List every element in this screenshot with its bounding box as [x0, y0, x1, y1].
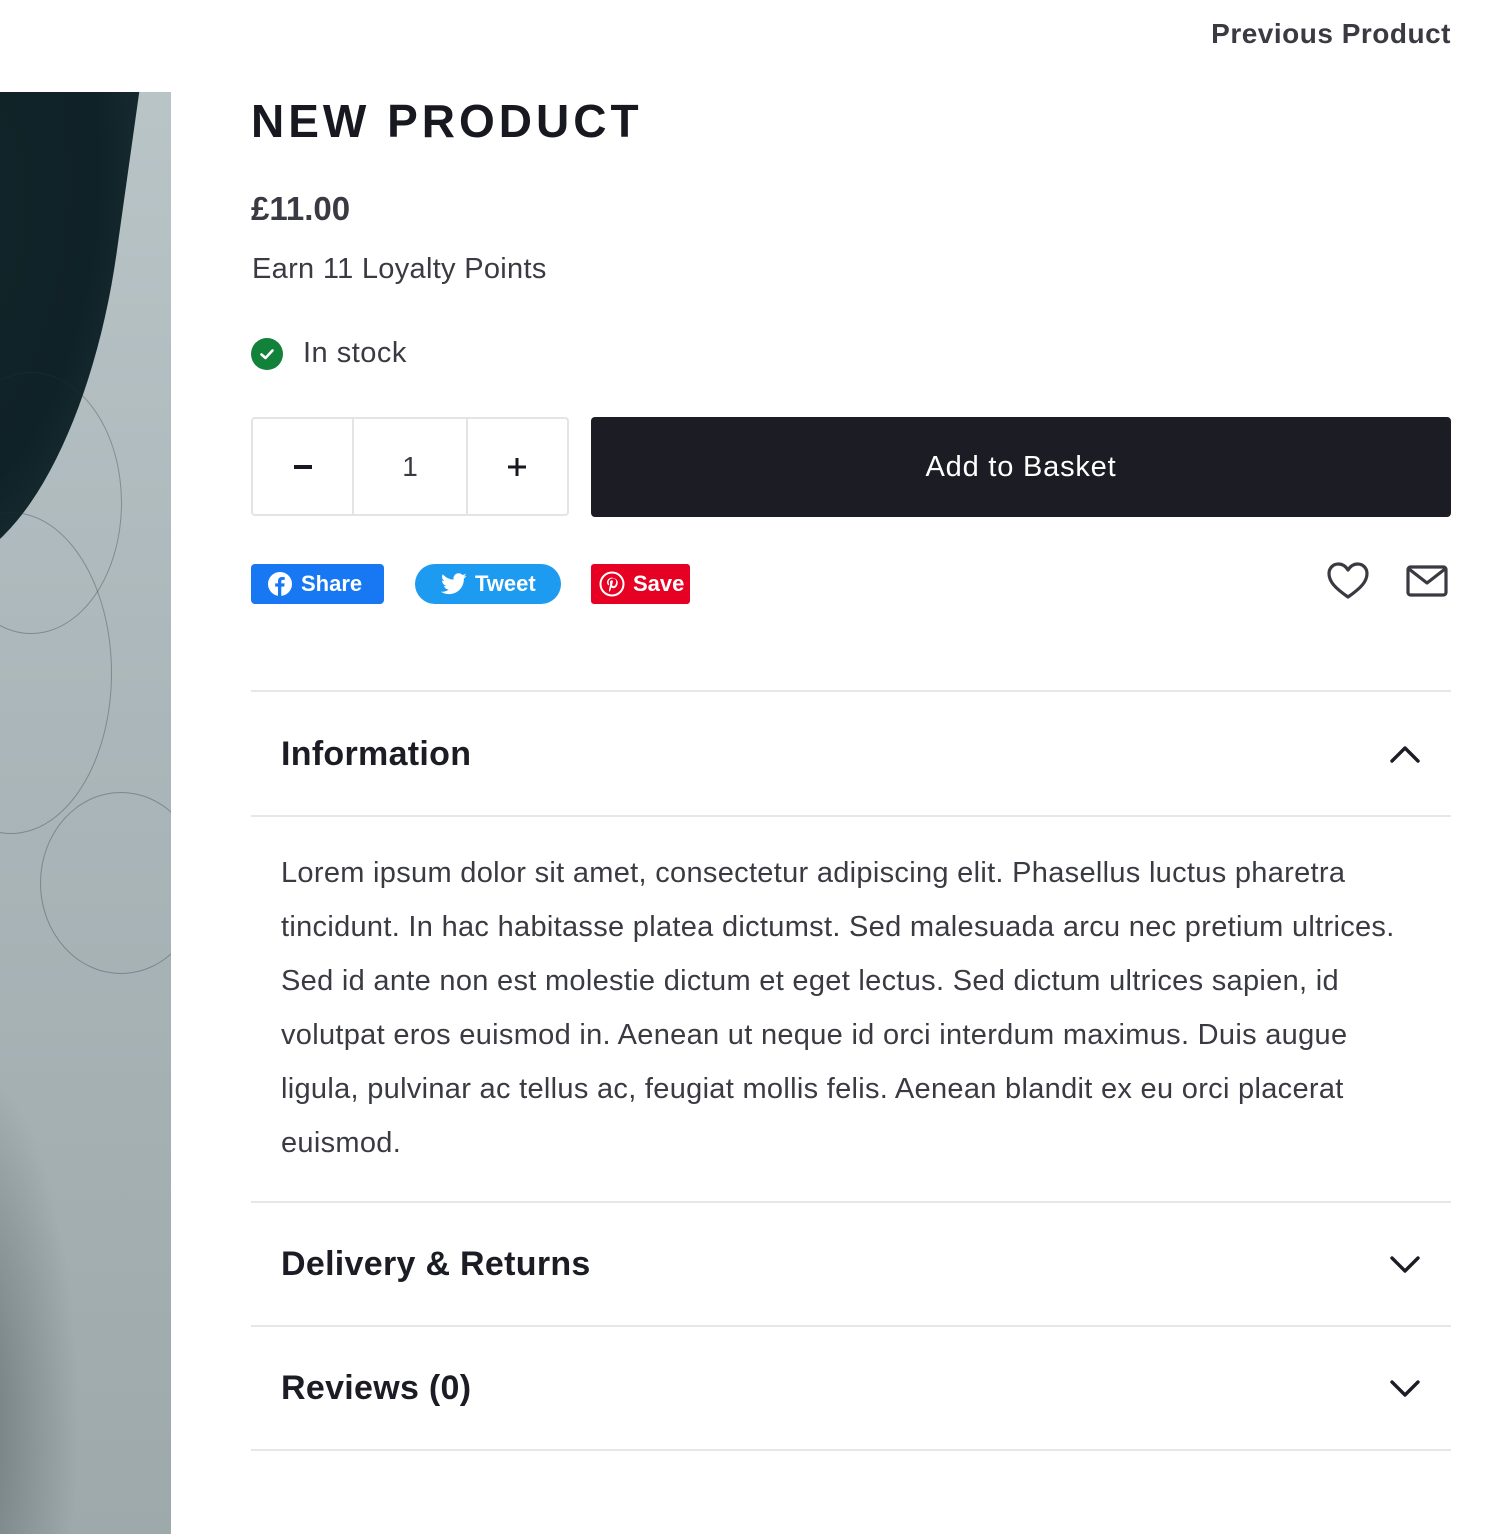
divider: [251, 1449, 1451, 1451]
divider: [251, 815, 1451, 817]
save-label: Save: [633, 571, 685, 596]
product-photo-shade: [0, 1054, 80, 1534]
share-label: Share: [301, 571, 363, 596]
facebook-icon: [268, 572, 292, 596]
twitter-bird-icon: [441, 573, 467, 595]
information-body: Lorem ipsum dolor sit amet, consectetur …: [281, 857, 1395, 1159]
check-circle-icon: [251, 337, 283, 370]
product-price: £11.00: [251, 190, 351, 227]
add-to-basket-label: Add to Basket: [925, 450, 1117, 483]
stock-status: In stock: [251, 337, 407, 370]
accordion-information-header[interactable]: Information: [281, 724, 1421, 784]
product-photo-strand: [40, 792, 171, 974]
increment-button[interactable]: [468, 419, 567, 514]
pinterest-icon: [599, 571, 625, 597]
quantity-stepper: 1: [251, 417, 569, 516]
accordion-reviews-header[interactable]: Reviews (0): [281, 1358, 1421, 1418]
decrement-button[interactable]: [253, 419, 352, 514]
facebook-share-button[interactable]: Share: [251, 564, 384, 604]
accordion-delivery-header[interactable]: Delivery & Returns: [281, 1234, 1421, 1294]
product-title: NEW PRODUCT: [251, 95, 643, 147]
pinterest-save-button[interactable]: Save: [591, 564, 690, 604]
divider: [251, 1201, 1451, 1203]
chevron-up-icon: [1390, 746, 1420, 763]
accordion-reviews-title: Reviews (0): [281, 1368, 472, 1407]
chevron-down-icon: [1390, 1380, 1420, 1397]
loyalty-points: Earn 11 Loyalty Points: [252, 253, 547, 285]
quantity-input[interactable]: 1: [352, 419, 468, 514]
plus-icon: [508, 457, 527, 476]
accordion-delivery-title: Delivery & Returns: [281, 1244, 591, 1283]
tweet-label: Tweet: [475, 571, 536, 596]
divider: [251, 1325, 1451, 1327]
minus-icon: [293, 464, 312, 469]
accordion-information-title: Information: [281, 734, 472, 773]
stock-label: In stock: [303, 337, 407, 369]
twitter-tweet-button[interactable]: Tweet: [415, 564, 561, 604]
divider: [251, 690, 1451, 692]
envelope-icon[interactable]: [1404, 558, 1450, 609]
chevron-down-icon: [1390, 1256, 1420, 1273]
add-to-basket-button[interactable]: Add to Basket: [591, 417, 1451, 517]
previous-product-link[interactable]: Previous Product: [1211, 18, 1451, 50]
product-image[interactable]: [0, 92, 171, 1534]
heart-icon[interactable]: [1325, 558, 1371, 609]
